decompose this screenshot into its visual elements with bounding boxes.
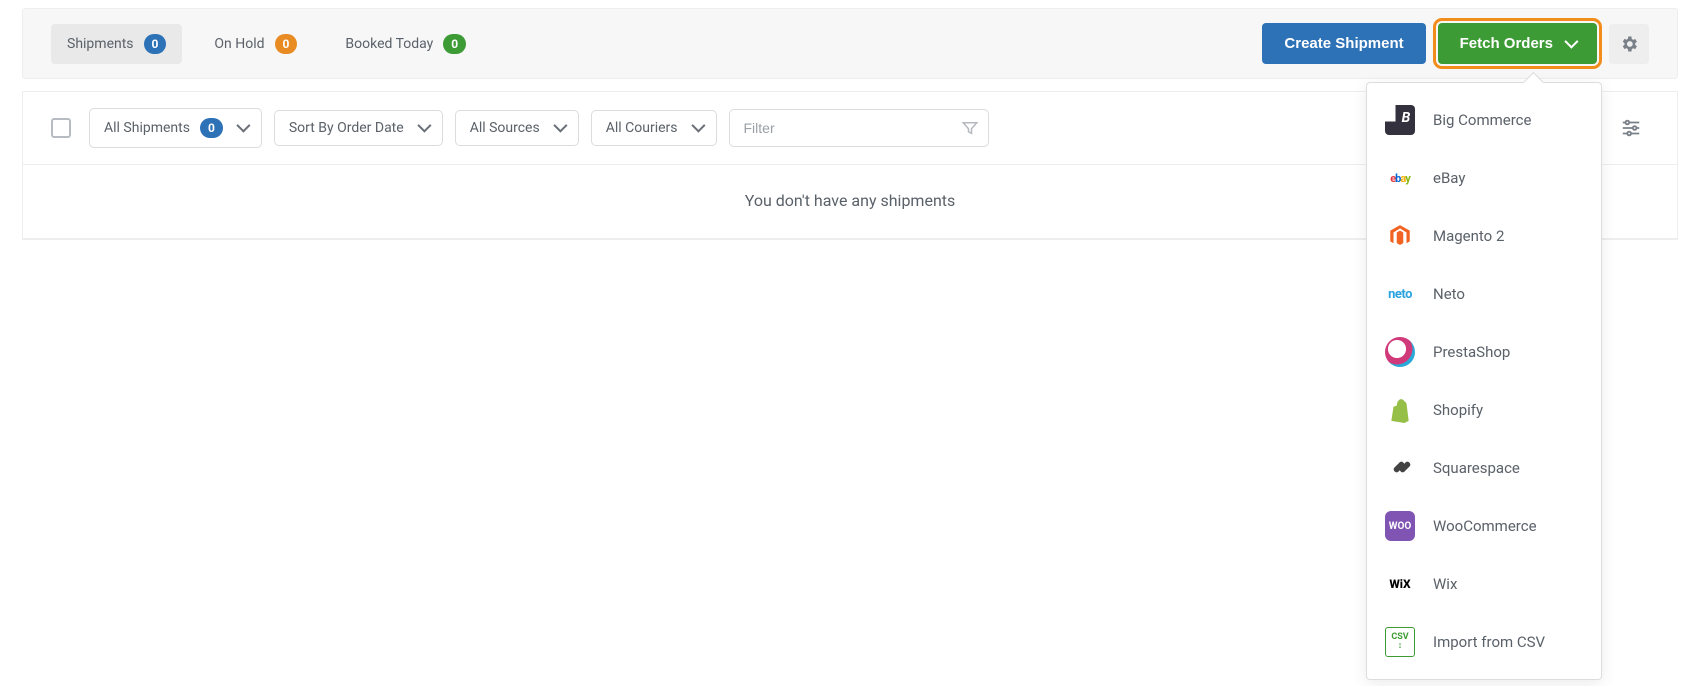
filter-label: All Sources [470,120,540,136]
fetch-source-shopify[interactable]: Shopify [1367,381,1601,439]
tab-shipments[interactable]: Shipments 0 [51,24,182,64]
menu-item-label: Wix [1433,575,1457,593]
tab-label: Shipments [67,36,134,52]
menu-item-label: WooCommerce [1433,517,1537,535]
menu-item-label: Big Commerce [1433,111,1531,129]
menu-item-label: eBay [1433,169,1465,187]
prestashop-icon [1385,337,1415,367]
woocommerce-icon: WOO [1385,511,1415,541]
menu-item-label: PrestaShop [1433,343,1510,361]
fetch-orders-menu: Big Commerce ebay eBay Magento 2 neto Ne… [1366,82,1602,680]
filter-input-wrapper [729,109,989,147]
sources-dropdown[interactable]: All Sources [455,110,579,146]
status-tabs: Shipments 0 On Hold 0 Booked Today 0 [51,24,482,64]
wix-icon: WiX [1385,569,1415,599]
filter-label: Sort By Order Date [289,120,404,136]
tab-count-badge: 0 [443,34,466,54]
shopify-icon [1385,395,1415,425]
chevron-down-icon [233,120,247,136]
select-all-checkbox[interactable] [51,118,71,138]
filter-input[interactable] [729,109,989,147]
menu-item-label: Shopify [1433,401,1483,419]
sliders-icon [1620,117,1642,139]
button-label: Fetch Orders [1460,35,1553,52]
tab-label: Booked Today [345,36,433,52]
fetch-source-import-csv[interactable]: CSV↕ Import from CSV [1367,613,1601,671]
chevron-down-icon [550,120,564,136]
gear-icon [1619,34,1639,54]
chevron-down-icon [1561,35,1575,52]
csv-icon: CSV↕ [1385,627,1415,657]
menu-item-label: Magento 2 [1433,227,1504,245]
bigcommerce-icon [1385,105,1415,135]
ebay-icon: ebay [1385,163,1415,193]
squarespace-icon [1385,453,1415,483]
fetch-source-wix[interactable]: WiX Wix [1367,555,1601,613]
neto-icon: neto [1385,279,1415,309]
fetch-source-woocommerce[interactable]: WOO WooCommerce [1367,497,1601,555]
sort-dropdown[interactable]: Sort By Order Date [274,110,443,146]
tab-on-hold[interactable]: On Hold 0 [198,24,313,64]
menu-item-label: Squarespace [1433,459,1520,477]
funnel-icon [961,119,979,137]
fetch-source-bigcommerce[interactable]: Big Commerce [1367,91,1601,149]
filter-count-badge: 0 [200,118,223,138]
view-settings-button[interactable] [1613,110,1649,146]
fetch-source-neto[interactable]: neto Neto [1367,265,1601,323]
tab-label: On Hold [214,36,264,52]
settings-button[interactable] [1609,24,1649,64]
create-shipment-button[interactable]: Create Shipment [1262,23,1425,64]
fetch-source-squarespace[interactable]: Squarespace [1367,439,1601,497]
filter-label: All Couriers [606,120,678,136]
fetch-source-ebay[interactable]: ebay eBay [1367,149,1601,207]
tab-booked-today[interactable]: Booked Today 0 [329,24,482,64]
chevron-down-icon [414,120,428,136]
fetch-source-prestashop[interactable]: PrestaShop [1367,323,1601,381]
top-toolbar: Shipments 0 On Hold 0 Booked Today 0 Cre… [22,8,1678,79]
tab-count-badge: 0 [144,34,167,54]
filter-all-shipments[interactable]: All Shipments 0 [89,108,262,148]
chevron-down-icon [688,120,702,136]
filter-label: All Shipments [104,120,190,136]
fetch-source-magento[interactable]: Magento 2 [1367,207,1601,265]
magento-icon [1385,221,1415,251]
couriers-dropdown[interactable]: All Couriers [591,110,717,146]
tab-count-badge: 0 [275,34,298,54]
button-label: Create Shipment [1284,35,1403,52]
menu-item-label: Import from CSV [1433,633,1545,651]
menu-item-label: Neto [1433,285,1465,303]
fetch-orders-button[interactable]: Fetch Orders [1438,23,1597,64]
